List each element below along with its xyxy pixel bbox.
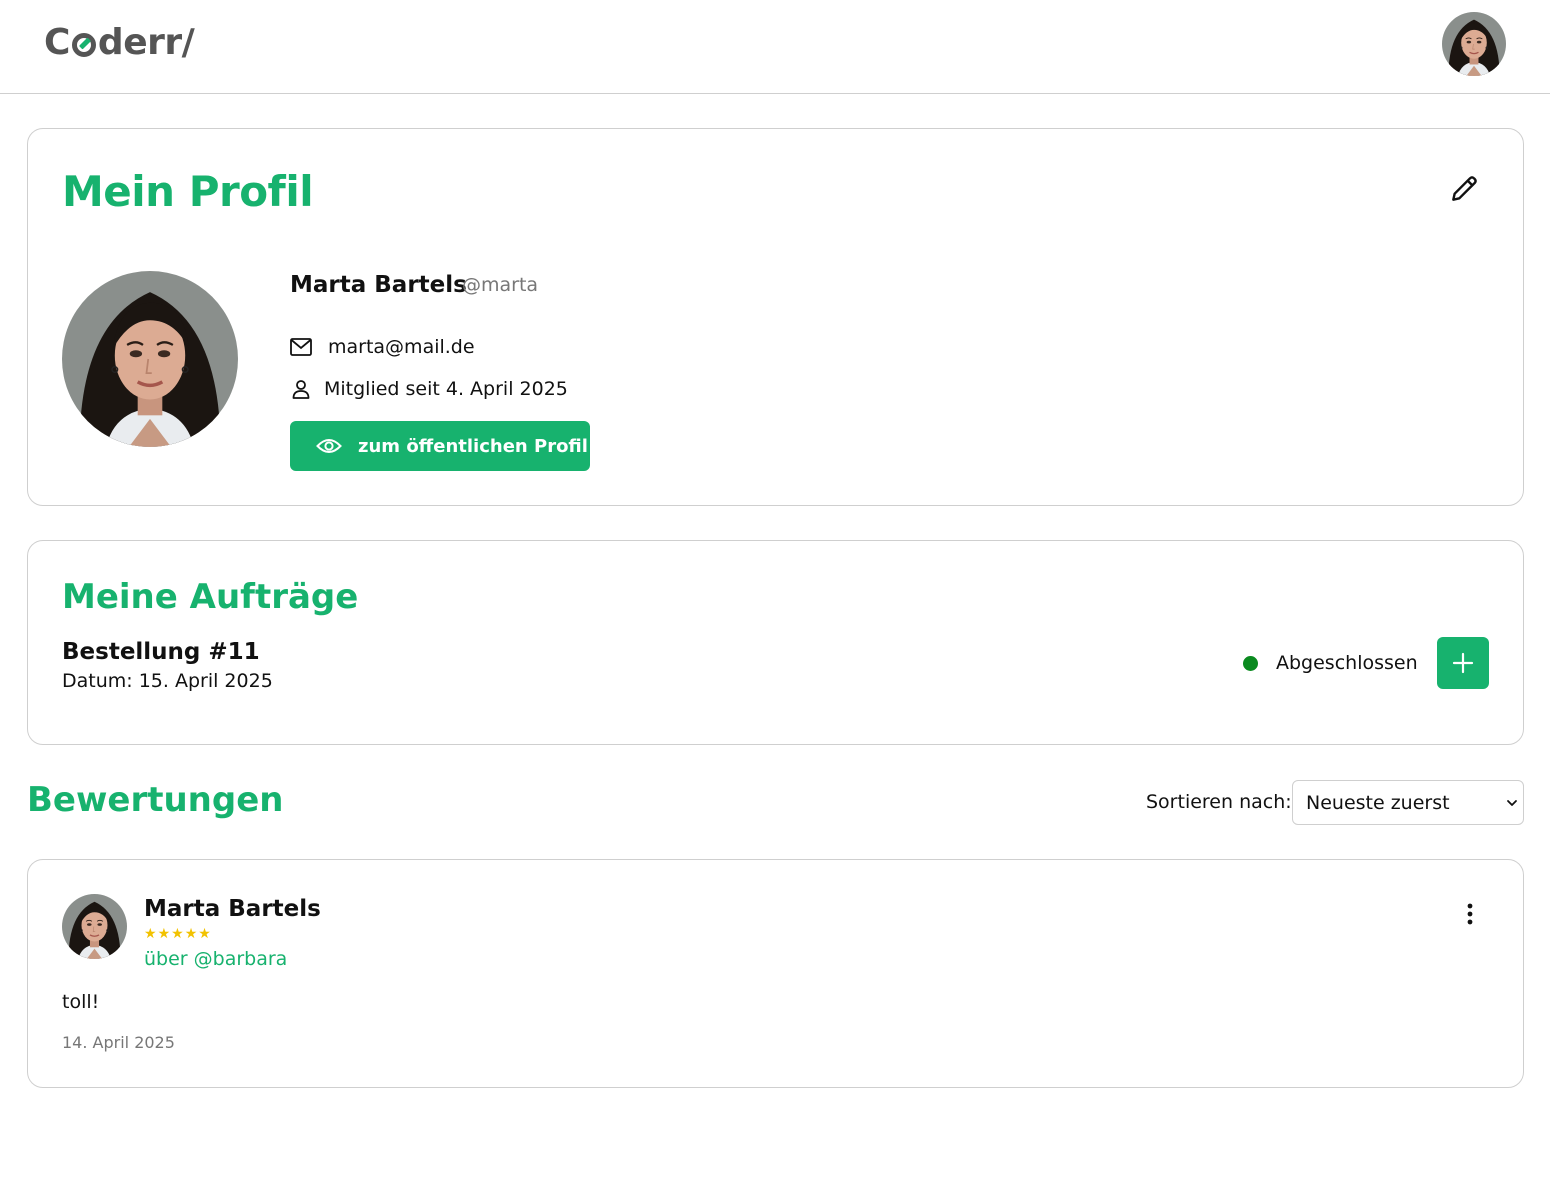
star-icon: ★	[157, 926, 171, 942]
chevron-down-icon	[1507, 800, 1517, 806]
profile-avatar	[62, 271, 238, 447]
review-author-name: Marta Bartels	[144, 896, 321, 922]
review-about-link[interactable]: über @barbara	[144, 948, 287, 970]
profile-name: Marta Bartels	[290, 272, 467, 298]
orders-title: Meine Aufträge	[62, 577, 359, 617]
star-icon: ★	[171, 926, 184, 942]
sort-select[interactable]: Neueste zuerst	[1292, 780, 1524, 825]
sort-selected-value: Neueste zuerst	[1306, 791, 1450, 814]
order-status: Abgeschlossen	[1243, 652, 1418, 674]
eye-icon	[316, 433, 342, 459]
avatar-image	[62, 894, 127, 959]
review-card: Marta Bartels ★ ★ ★ ★ ★ über @barbara to…	[27, 859, 1524, 1088]
orders-card: Meine Aufträge Bestellung #11 Datum: 15.…	[27, 540, 1524, 745]
order-date: Datum: 15. April 2025	[62, 670, 273, 692]
sort-label: Sortieren nach:	[1146, 791, 1292, 813]
user-icon	[290, 378, 312, 400]
more-vertical-icon	[1467, 903, 1473, 925]
profile-title: Mein Profil	[62, 167, 314, 216]
order-status-label: Abgeschlossen	[1276, 652, 1418, 674]
order-review-add-button[interactable]	[1437, 637, 1489, 689]
plus-icon	[1452, 652, 1474, 674]
avatar-image	[1442, 12, 1506, 76]
avatar-image	[62, 271, 238, 447]
star-icon: ★	[184, 926, 198, 942]
profile-member-row: Mitglied seit 4. April 2025	[290, 378, 568, 400]
profile-username: @marta	[462, 274, 539, 296]
pencil-icon	[1452, 176, 1477, 201]
profile-email-row: marta@mail.de	[290, 336, 475, 358]
coderr-logo[interactable]: C derr/	[44, 20, 195, 64]
review-text: toll!	[62, 991, 100, 1013]
public-profile-button[interactable]: zum öffentlichen Profil	[290, 421, 590, 471]
logo-text-suffix: derr/	[97, 21, 195, 63]
profile-email: marta@mail.de	[328, 336, 475, 358]
star-icon: ★	[144, 926, 157, 942]
header-user-avatar[interactable]	[1442, 12, 1506, 76]
profile-card: Mein Profil Marta Bartels @marta marta@m…	[27, 128, 1524, 506]
public-profile-button-label: zum öffentlichen Profil	[358, 435, 588, 457]
logo-text-prefix: C	[44, 21, 70, 63]
logo-o-icon	[71, 33, 96, 57]
star-icon: ★	[198, 926, 211, 942]
top-header: C derr/	[0, 0, 1550, 94]
review-rating-stars: ★ ★ ★ ★ ★	[144, 927, 211, 941]
review-author-avatar	[62, 894, 127, 959]
mail-icon	[290, 336, 312, 358]
status-dot-icon	[1243, 655, 1258, 671]
reviews-title: Bewertungen	[27, 780, 284, 820]
review-date: 14. April 2025	[62, 1033, 175, 1052]
edit-profile-button[interactable]	[1446, 171, 1482, 207]
order-number: Bestellung #11	[62, 639, 260, 665]
review-more-options-button[interactable]	[1456, 900, 1484, 928]
profile-member-since: Mitglied seit 4. April 2025	[324, 378, 568, 400]
